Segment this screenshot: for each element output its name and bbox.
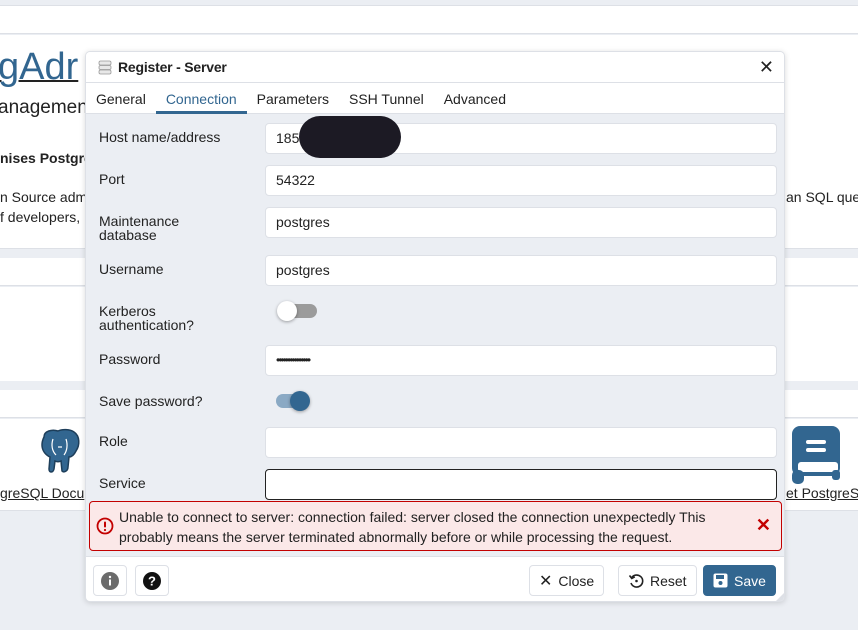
register-server-dialog: Register - Server ✕ General Connection P… — [85, 51, 785, 602]
dialog-tabs: General Connection Parameters SSH Tunnel… — [86, 83, 784, 114]
pgadmin-logo-text: gAdr — [0, 46, 79, 88]
postgresql-docs-link[interactable]: greSQL Docu — [0, 485, 84, 501]
service-input[interactable] — [265, 469, 777, 500]
toggle-knob — [277, 301, 297, 321]
kerberos-toggle[interactable] — [277, 301, 317, 321]
info-icon — [101, 571, 119, 590]
kerberos-label: Kerberos authentication? — [99, 304, 194, 332]
maintenance-db-label: Maintenance database — [99, 214, 179, 242]
port-label: Port — [99, 171, 125, 187]
tab-parameters[interactable]: Parameters — [247, 83, 339, 114]
port-input[interactable]: 54322 — [265, 165, 777, 196]
reset-icon — [628, 573, 644, 588]
toggle-knob — [290, 391, 310, 411]
redaction-mark — [299, 116, 401, 158]
username-input[interactable]: postgres — [265, 255, 777, 286]
resize-handle-icon[interactable] — [776, 593, 784, 601]
role-input[interactable] — [265, 427, 777, 458]
save-password-label: Save password? — [99, 393, 203, 409]
username-label: Username — [99, 261, 164, 277]
save-button-label: Save — [734, 572, 766, 589]
host-label: Host name/address — [99, 129, 221, 145]
floppy-disk-icon — [713, 573, 728, 588]
dialog-header[interactable]: Register - Server ✕ — [86, 52, 784, 83]
book-icon[interactable] — [792, 426, 842, 484]
kerberos-label-line2: authentication? — [99, 317, 194, 333]
svg-text:?: ? — [148, 573, 156, 588]
maintenance-db-label-line1: Maintenance — [99, 213, 180, 229]
error-circle-icon — [96, 517, 114, 535]
dialog-close-icon[interactable]: ✕ — [759, 57, 774, 77]
error-message: Unable to connect to server: connection … — [119, 509, 706, 545]
password-input[interactable]: ••••••••••••••• — [265, 345, 777, 376]
role-label: Role — [99, 433, 128, 449]
server-icon — [98, 60, 112, 75]
welcome-text-line2: f developers, — [0, 209, 81, 225]
planet-postgresql-link[interactable]: et PostgreS — [786, 485, 858, 501]
tab-connection[interactable]: Connection — [155, 83, 247, 114]
info-button[interactable] — [93, 565, 127, 596]
welcome-subtitle: anagement — [0, 97, 94, 118]
welcome-tagline: nises Postgre — [0, 150, 92, 166]
reset-button[interactable]: Reset — [618, 565, 697, 596]
question-icon: ? — [143, 571, 161, 590]
tab-general[interactable]: General — [86, 83, 156, 114]
welcome-text-right: an SQL que — [786, 189, 858, 205]
save-password-toggle[interactable] — [276, 391, 310, 411]
app-header-strip — [0, 6, 858, 34]
service-label: Service — [99, 475, 146, 491]
error-alert: Unable to connect to server: connection … — [89, 501, 782, 551]
welcome-text-line1: n Source adm — [0, 189, 88, 205]
kerberos-label-line1: Kerberos — [99, 303, 156, 319]
password-label: Password — [99, 351, 161, 367]
save-button[interactable]: Save — [703, 565, 776, 596]
maintenance-db-label-line2: database — [99, 227, 157, 243]
dialog-title: Register - Server — [118, 59, 227, 75]
postgresql-elephant-icon[interactable] — [36, 427, 84, 475]
reset-button-label: Reset — [650, 572, 687, 589]
close-button[interactable]: ✕ Close — [529, 565, 605, 596]
close-button-label: Close — [558, 572, 595, 589]
close-x-icon: ✕ — [539, 572, 553, 590]
dialog-footer: ? ✕ Close Reset Save — [86, 556, 784, 601]
help-button[interactable]: ? — [135, 565, 169, 596]
tab-advanced[interactable]: Advanced — [434, 83, 516, 114]
maintenance-db-input[interactable]: postgres — [265, 207, 777, 238]
tab-ssh-tunnel[interactable]: SSH Tunnel — [339, 83, 434, 114]
error-close-icon[interactable]: ✕ — [756, 515, 771, 536]
